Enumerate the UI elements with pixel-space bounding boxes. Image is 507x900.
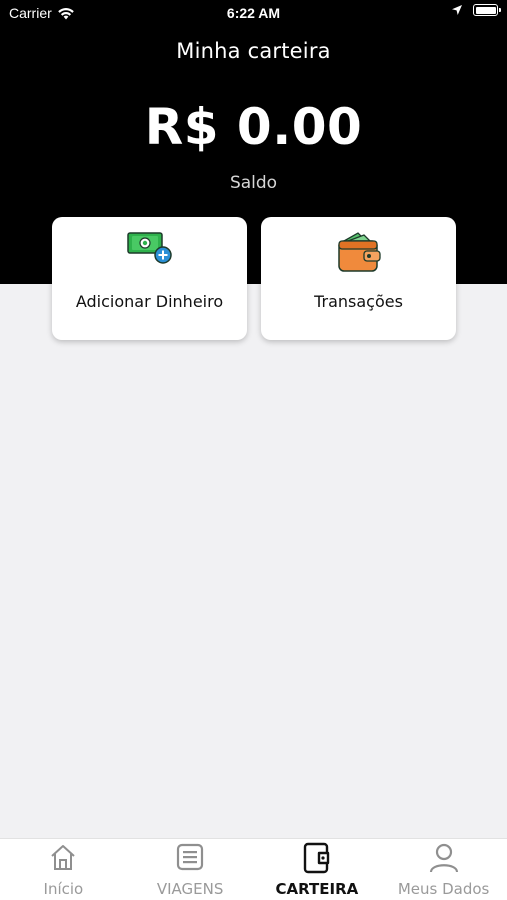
tab-label: VIAGENS	[156, 880, 224, 898]
wallet-icon	[254, 842, 381, 874]
money-add-icon	[52, 231, 247, 275]
tab-viagens[interactable]: VIAGENS	[127, 839, 254, 900]
transactions-label: Transações	[314, 292, 403, 311]
status-time: 6:22 AM	[226, 5, 281, 21]
user-icon	[380, 842, 507, 874]
tab-meus-dados[interactable]: Meus Dados	[380, 839, 507, 900]
location-arrow-icon	[452, 5, 462, 15]
add-money-button[interactable]: Adicionar Dinheiro	[52, 217, 247, 340]
battery-icon	[473, 4, 501, 16]
wallet-illustration-icon	[261, 231, 456, 275]
balance-label: Saldo	[229, 173, 278, 193]
transactions-button[interactable]: Transações	[261, 217, 456, 340]
status-right	[451, 4, 501, 16]
tab-label: CARTEIRA	[275, 880, 359, 898]
tab-label: Meus Dados	[397, 880, 490, 898]
list-icon	[127, 842, 254, 874]
tab-bar: Início VIAGENS CARTEIRA Meus Dados	[0, 838, 507, 900]
home-icon	[0, 842, 127, 874]
tab-carteira[interactable]: CARTEIRA	[254, 839, 381, 900]
page-title: Minha carteira	[176, 39, 331, 63]
add-money-label: Adicionar Dinheiro	[75, 292, 224, 311]
balance-amount: R$ 0.00	[144, 98, 363, 156]
tab-label: Início	[43, 880, 84, 898]
tab-inicio[interactable]: Início	[0, 839, 127, 900]
status-bar: Carrier 6:22 AM	[0, 0, 507, 28]
